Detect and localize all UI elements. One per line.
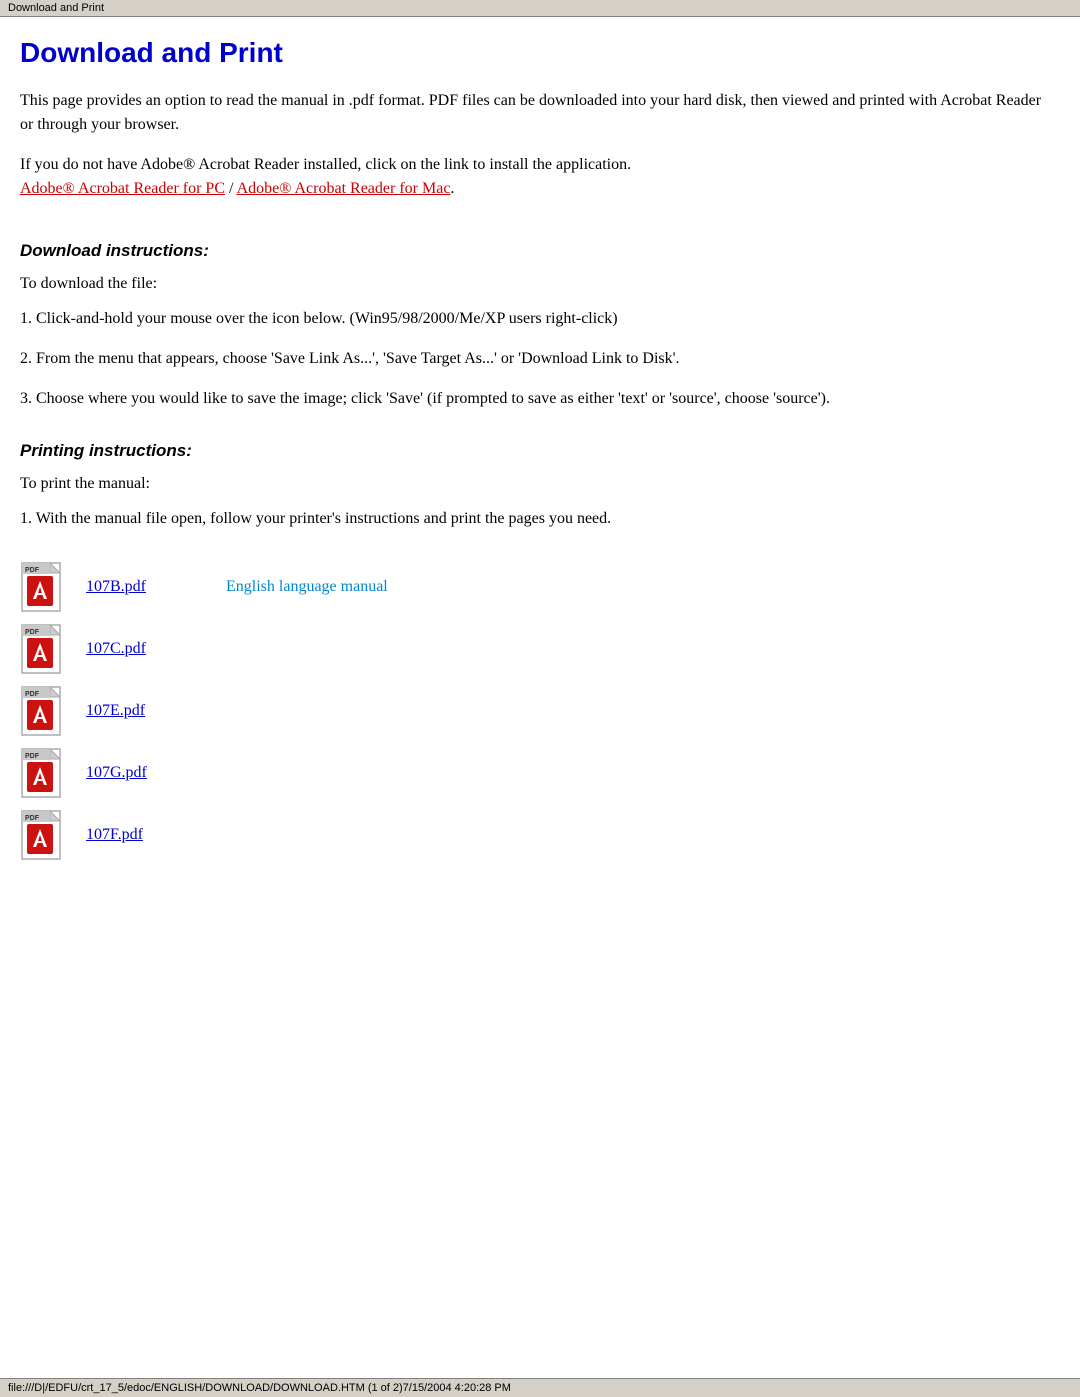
svg-text:PDF: PDF xyxy=(25,753,40,760)
pdf-file-link[interactable]: 107C.pdf xyxy=(86,640,146,658)
pdf-row: PDF 107G.pdf xyxy=(20,747,1050,799)
download-step-3: 3. Choose where you would like to save t… xyxy=(20,387,1050,411)
page-title: Download and Print xyxy=(20,37,1050,69)
pdf-icon: PDF xyxy=(20,809,72,861)
pdf-icon: PDF xyxy=(20,685,72,737)
status-bar-text: file:///D|/EDFU/crt_17_5/edoc/ENGLISH/DO… xyxy=(8,1382,511,1394)
print-heading: Printing instructions: xyxy=(20,441,1050,461)
pdf-icon: PDF xyxy=(20,623,72,675)
browser-title-text: Download and Print xyxy=(8,2,104,14)
svg-text:PDF: PDF xyxy=(25,815,40,822)
acrobat-links-paragraph: If you do not have Adobe® Acrobat Reader… xyxy=(20,153,1050,201)
download-section: Download instructions: To download the f… xyxy=(20,241,1050,411)
pdf-file-link[interactable]: 107G.pdf xyxy=(86,764,147,782)
pdf-language-label: English language manual xyxy=(226,578,388,596)
pdf-file-link[interactable]: 107B.pdf xyxy=(86,578,146,596)
page-content: Download and Print This page provides an… xyxy=(0,17,1080,931)
pdf-file-link[interactable]: 107F.pdf xyxy=(86,826,143,844)
svg-text:PDF: PDF xyxy=(25,691,40,698)
print-intro: To print the manual: xyxy=(20,475,1050,493)
svg-text:PDF: PDF xyxy=(25,567,40,574)
status-bar: file:///D|/EDFU/crt_17_5/edoc/ENGLISH/DO… xyxy=(0,1378,1080,1397)
acrobat-intro-text: If you do not have Adobe® Acrobat Reader… xyxy=(20,156,631,173)
pdf-row: PDF 107C.pdf xyxy=(20,623,1050,675)
download-step-1: 1. Click-and-hold your mouse over the ic… xyxy=(20,307,1050,331)
svg-text:PDF: PDF xyxy=(25,629,40,636)
print-step-1: 1. With the manual file open, follow you… xyxy=(20,507,1050,531)
pdf-file-link[interactable]: 107E.pdf xyxy=(86,702,145,720)
browser-title-bar: Download and Print xyxy=(0,0,1080,17)
download-intro: To download the file: xyxy=(20,275,1050,293)
acrobat-reader-pc-link[interactable]: Adobe® Acrobat Reader for PC xyxy=(20,180,225,197)
download-heading: Download instructions: xyxy=(20,241,1050,261)
pdf-icon: PDF xyxy=(20,561,72,613)
intro-paragraph-1: This page provides an option to read the… xyxy=(20,89,1050,137)
download-step-2: 2. From the menu that appears, choose 'S… xyxy=(20,347,1050,371)
pdf-row: PDF 107E.pdf xyxy=(20,685,1050,737)
pdf-row: PDF 107B.pdf English language manual xyxy=(20,561,1050,613)
pdf-files-section: PDF 107B.pdf English language manual PDF xyxy=(20,561,1050,861)
pdf-row: PDF 107F.pdf xyxy=(20,809,1050,861)
pdf-icon: PDF xyxy=(20,747,72,799)
acrobat-reader-mac-link[interactable]: Adobe® Acrobat Reader for Mac xyxy=(237,180,451,197)
print-section: Printing instructions: To print the manu… xyxy=(20,441,1050,531)
